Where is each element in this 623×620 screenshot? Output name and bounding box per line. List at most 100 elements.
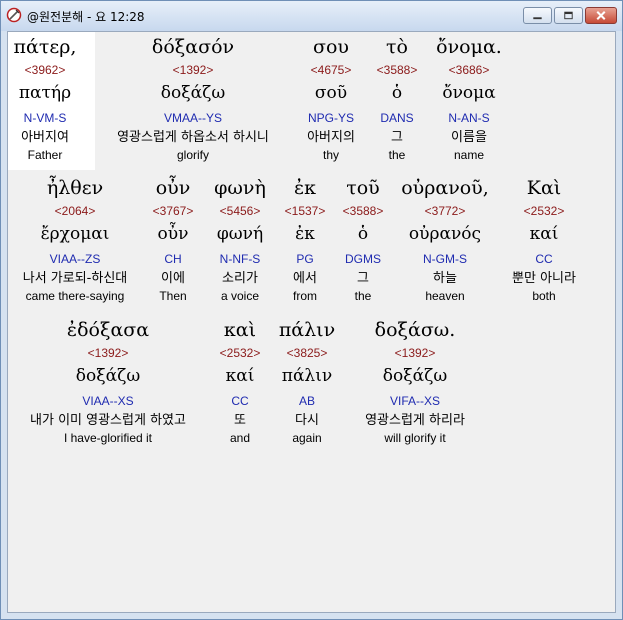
word-cell[interactable]: οὖν <3767> οὖν CH 이에 Then	[146, 175, 200, 304]
strong-number: <3772>	[424, 204, 466, 218]
morph-code: VIAA--ZS	[49, 252, 101, 266]
word-cell[interactable]: σου <4675> σοῦ NPG-YS 아버지의 thy	[295, 34, 367, 163]
app-window: @원전분해 - 요 12:28 πάτερ, <3962> πατήρ N-VM…	[0, 0, 623, 620]
word-cell[interactable]: ὄνομα. <3686> ὄνομα N-AN-S 이름을 name	[426, 34, 512, 163]
word-cell[interactable]: τοῦ <3588> ὁ DGMS 그 the	[334, 175, 392, 304]
strong-number: <2532>	[219, 346, 261, 360]
english-gloss: name	[453, 148, 485, 162]
morph-code: DGMS	[345, 252, 381, 266]
english-gloss: from	[293, 289, 317, 303]
lemma: δοξάζω	[75, 366, 141, 386]
morph-code: N-GM-S	[423, 252, 467, 266]
lemma: ἐκ	[295, 224, 315, 244]
greek-word: ὄνομα.	[436, 36, 502, 58]
strong-number: <1537>	[284, 204, 326, 218]
korean-gloss: 그	[357, 271, 369, 286]
strong-number: <2064>	[54, 204, 96, 218]
lemma: πατήρ	[18, 83, 72, 103]
strong-number: <3962>	[24, 63, 66, 77]
word-cell[interactable]: φωνὴ <5456> φωνή N-NF-S 소리가 a voice	[206, 175, 274, 304]
korean-gloss: 소리가	[222, 271, 258, 286]
app-icon	[6, 7, 22, 23]
english-gloss: heaven	[425, 289, 465, 303]
morph-code: AB	[298, 394, 315, 408]
morph-code: N-NF-S	[219, 252, 261, 266]
morph-code: VIAA--XS	[82, 394, 134, 408]
korean-gloss: 하늘	[433, 271, 457, 286]
word-cell[interactable]: καὶ <2532> καί CC 또 and	[214, 317, 266, 446]
word-cell[interactable]: ἐδόξασα <1392> δοξάζω VIAA--XS 내가 이미 영광스…	[8, 317, 208, 446]
greek-word: ἐκ	[293, 177, 317, 199]
strong-number: <5456>	[219, 204, 261, 218]
morph-code: DANS	[380, 111, 414, 125]
close-button[interactable]	[585, 7, 617, 24]
korean-gloss: 다시	[295, 413, 319, 428]
minimize-icon	[533, 17, 542, 20]
korean-gloss: 아버지의	[307, 130, 355, 145]
lemma: καί	[225, 366, 255, 386]
lemma: πάλιν	[281, 366, 333, 386]
korean-gloss: 영광스럽게 하리라	[365, 413, 465, 428]
morph-code: CC	[231, 394, 249, 408]
korean-gloss: 나서 가로되-하신대	[22, 271, 128, 286]
morph-code: PG	[296, 252, 314, 266]
greek-word: φωνὴ	[214, 177, 266, 199]
interlinear-panel[interactable]: πάτερ, <3962> πατήρ N-VM-S 아버지여 Father δ…	[7, 31, 616, 613]
lemma: φωνή	[216, 224, 264, 244]
greek-word: τοῦ	[346, 177, 380, 199]
morph-code: CC	[535, 252, 553, 266]
word-cell[interactable]: πάλιν <3825> πάλιν AB 다시 again	[270, 317, 344, 446]
greek-word: τὸ	[386, 36, 408, 58]
word-cell[interactable]: δοξάσω. <1392> δοξάζω VIFA--XS 영광스럽게 하리라…	[348, 317, 482, 446]
english-gloss: the	[388, 148, 406, 162]
english-gloss: both	[532, 289, 556, 303]
word-cell[interactable]: πάτερ, <3962> πατήρ N-VM-S 아버지여 Father	[10, 34, 80, 163]
english-gloss: and	[229, 431, 251, 445]
lemma: ὁ	[357, 224, 369, 244]
korean-gloss: 내가 이미 영광스럽게 하였고	[30, 413, 186, 428]
korean-gloss: 아버지여	[21, 130, 69, 145]
word-cell[interactable]: Καὶ <2532> καί CC 뿐만 아니라 both	[500, 175, 588, 304]
lemma: καί	[529, 224, 559, 244]
greek-word: δόξασόν	[151, 36, 235, 58]
english-gloss: Father	[27, 148, 63, 162]
korean-gloss: 또	[234, 413, 246, 428]
lemma: σοῦ	[314, 83, 348, 103]
lemma: δοξάζω	[160, 83, 226, 103]
strong-number: <2532>	[523, 204, 565, 218]
english-gloss: I have-glorified it	[63, 431, 153, 445]
maximize-button[interactable]	[554, 7, 583, 24]
greek-word: οὖν	[155, 177, 191, 199]
morph-code: N-AN-S	[448, 111, 490, 125]
english-gloss: again	[292, 431, 322, 445]
lemma: οὖν	[157, 224, 189, 244]
greek-word: οὐρανοῦ,	[401, 177, 489, 199]
minimize-button[interactable]	[523, 7, 552, 24]
morph-code: N-VM-S	[23, 111, 67, 125]
word-cell[interactable]: δόξασόν <1392> δοξάζω VMAA--YS 영광스럽게 하옵소…	[98, 34, 288, 163]
word-cell[interactable]: ἦλθεν <2064> ἔρχομαι VIAA--ZS 나서 가로되-하신대…	[8, 175, 142, 304]
english-gloss: a voice	[220, 289, 260, 303]
english-gloss: came there-saying	[25, 289, 125, 303]
lemma: δοξάζω	[382, 366, 448, 386]
morph-code: VIFA--XS	[389, 394, 440, 408]
strong-number: <3767>	[152, 204, 194, 218]
strong-number: <3686>	[448, 63, 490, 77]
english-gloss: will glorify it	[384, 431, 446, 445]
word-cell[interactable]: τὸ <3588> ὁ DANS 그 the	[368, 34, 426, 163]
lemma: ὁ	[391, 83, 403, 103]
english-gloss: glorify	[176, 148, 209, 162]
title-bar[interactable]: @원전분해 - 요 12:28	[1, 1, 622, 31]
greek-word: δοξάσω.	[374, 319, 456, 341]
strong-number: <3588>	[376, 63, 418, 77]
english-gloss: thy	[322, 148, 339, 162]
greek-word: ἐδόξασα	[66, 319, 150, 341]
word-cell[interactable]: οὐρανοῦ, <3772> οὐρανός N-GM-S 하늘 heaven	[392, 175, 498, 304]
strong-number: <1392>	[87, 346, 129, 360]
korean-gloss: 뿐만 아니라	[512, 271, 576, 286]
korean-gloss: 에서	[293, 271, 317, 286]
korean-gloss: 이름을	[451, 130, 487, 145]
strong-number: <3588>	[342, 204, 384, 218]
word-cell[interactable]: ἐκ <1537> ἐκ PG 에서 from	[276, 175, 334, 304]
morph-code: VMAA--YS	[163, 111, 222, 125]
